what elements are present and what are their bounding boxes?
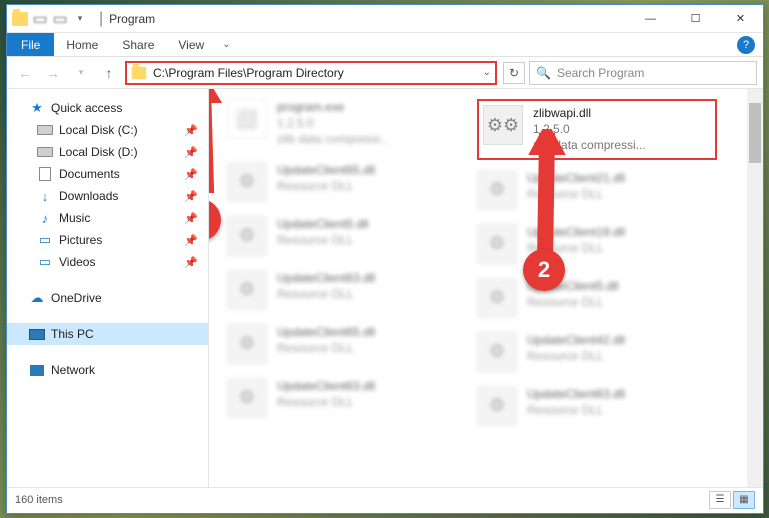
- file-item[interactable]: ⚙UpdateClient19.dllResource DLL: [477, 224, 717, 264]
- sidebar-quick-access[interactable]: ★Quick access: [7, 97, 208, 119]
- sidebar-item-documents[interactable]: Documents📌: [7, 163, 208, 185]
- drive-icon: [37, 122, 53, 138]
- titlebar: ▭ ▭ ▾ | Program — ☐ ✕: [7, 5, 763, 33]
- downloads-icon: ↓: [37, 188, 53, 204]
- pin-icon: 📌: [184, 146, 198, 159]
- scrollbar[interactable]: [747, 89, 763, 487]
- documents-icon: [37, 166, 53, 182]
- callout-arrow-2: [515, 129, 575, 269]
- view-details-button[interactable]: ☰: [709, 491, 731, 509]
- file-item[interactable]: ⚙UpdateClient5.dllResource DLL: [477, 278, 717, 318]
- dll-icon: ⚙: [477, 170, 517, 210]
- dll-icon: ⚙: [477, 278, 517, 318]
- item-count: 160 items: [15, 494, 63, 506]
- callout-arrow-1: [209, 89, 249, 209]
- minimize-button[interactable]: —: [628, 5, 673, 33]
- music-icon: ♪: [37, 210, 53, 226]
- sidebar-item-videos[interactable]: ▭Videos📌: [7, 251, 208, 273]
- dll-icon: ⚙: [227, 378, 267, 418]
- file-item[interactable]: ⬜ program.exe1.2.5.0zlib data compressi.…: [227, 99, 467, 148]
- app-folder-icon: [11, 10, 29, 28]
- nav-back-button[interactable]: ←: [13, 61, 37, 85]
- explorer-window: ▭ ▭ ▾ | Program — ☐ ✕ File Home Share Vi…: [6, 4, 764, 514]
- search-placeholder: Search Program: [557, 66, 644, 80]
- videos-icon: ▭: [37, 254, 53, 270]
- pc-icon: [29, 326, 45, 342]
- file-item[interactable]: ⚙UpdateClient42.dllResource DLL: [477, 332, 717, 372]
- sidebar-this-pc[interactable]: This PC: [7, 323, 208, 345]
- address-folder-icon: [131, 66, 147, 80]
- qat-newfolder-icon[interactable]: ▭: [51, 10, 69, 28]
- search-input[interactable]: 🔍 Search Program: [529, 61, 757, 85]
- refresh-button[interactable]: ↻: [503, 62, 525, 84]
- sidebar-item-local-c[interactable]: Local Disk (C:)📌: [7, 119, 208, 141]
- nav-up-button[interactable]: ↑: [97, 61, 121, 85]
- ribbon: File Home Share View ⌄ ?: [7, 33, 763, 57]
- file-item[interactable]: ⚙UpdateClient21.dllResource DLL: [477, 170, 717, 210]
- network-icon: [29, 362, 45, 378]
- cloud-icon: ☁: [29, 290, 45, 306]
- file-item-zlibwapi[interactable]: ⚙⚙ zlibwapi.dll1.2.5.0zlib data compress…: [477, 99, 717, 160]
- pictures-icon: ▭: [37, 232, 53, 248]
- dll-icon: ⚙: [477, 224, 517, 264]
- nav-forward-button[interactable]: →: [41, 61, 65, 85]
- ribbon-expand-icon[interactable]: ⌄: [216, 39, 236, 50]
- dll-icon: ⚙: [477, 332, 517, 372]
- file-item[interactable]: ⚙UpdateClient63.dllResource DLL: [227, 270, 467, 310]
- address-path: C:\Program Files\Program Directory: [153, 66, 477, 80]
- callout-badge-2: 2: [523, 249, 565, 291]
- sidebar-item-downloads[interactable]: ↓Downloads📌: [7, 185, 208, 207]
- title-separator: |: [99, 10, 103, 28]
- dll-icon: ⚙: [227, 216, 267, 256]
- statusbar: 160 items ☰ ▦: [7, 487, 763, 511]
- file-item[interactable]: ⚙UpdateClient65.dllResource DLL: [227, 324, 467, 364]
- sidebar-onedrive[interactable]: ☁OneDrive: [7, 287, 208, 309]
- pin-icon: 📌: [184, 256, 198, 269]
- dll-icon: ⚙: [227, 270, 267, 310]
- pin-icon: 📌: [184, 190, 198, 203]
- navbar: ← → ▾ ↑ C:\Program Files\Program Directo…: [7, 57, 763, 89]
- search-icon: 🔍: [536, 66, 551, 80]
- dll-icon: ⚙: [477, 386, 517, 426]
- file-item[interactable]: ⚙UpdateClient63.dllResource DLL: [227, 378, 467, 418]
- sidebar-network[interactable]: Network: [7, 359, 208, 381]
- pin-icon: 📌: [184, 234, 198, 247]
- drive-icon: [37, 144, 53, 160]
- file-item[interactable]: ⚙UpdateClient63.dllResource DLL: [477, 386, 717, 426]
- qat-customize-icon[interactable]: ▾: [71, 10, 89, 28]
- sidebar-item-local-d[interactable]: Local Disk (D:)📌: [7, 141, 208, 163]
- file-item[interactable]: ⚙UpdateClient5.dllResource DLL: [227, 216, 467, 256]
- view-icons-button[interactable]: ▦: [733, 491, 755, 509]
- qat-properties-icon[interactable]: ▭: [31, 10, 49, 28]
- sidebar-item-music[interactable]: ♪Music📌: [7, 207, 208, 229]
- tab-file[interactable]: File: [7, 33, 54, 56]
- sidebar-item-pictures[interactable]: ▭Pictures📌: [7, 229, 208, 251]
- help-icon[interactable]: ?: [737, 36, 755, 54]
- pin-icon: 📌: [184, 212, 198, 225]
- maximize-button[interactable]: ☐: [673, 5, 718, 33]
- sidebar: ★Quick access Local Disk (C:)📌 Local Dis…: [7, 89, 209, 487]
- content-area: ★Quick access Local Disk (C:)📌 Local Dis…: [7, 89, 763, 487]
- file-item[interactable]: ⚙UpdateClient65.dllResource DLL: [227, 162, 467, 202]
- scroll-thumb[interactable]: [749, 103, 761, 163]
- star-icon: ★: [29, 100, 45, 116]
- window-title: Program: [109, 12, 155, 26]
- dll-icon: ⚙: [227, 324, 267, 364]
- file-list[interactable]: ⬜ program.exe1.2.5.0zlib data compressi.…: [209, 89, 763, 487]
- address-bar[interactable]: C:\Program Files\Program Directory ⌄: [125, 61, 497, 85]
- close-button[interactable]: ✕: [718, 5, 763, 33]
- tab-view[interactable]: View: [166, 34, 216, 56]
- pin-icon: 📌: [184, 124, 198, 137]
- pin-icon: 📌: [184, 168, 198, 181]
- tab-share[interactable]: Share: [110, 34, 166, 56]
- address-dropdown-icon[interactable]: ⌄: [483, 67, 491, 78]
- tab-home[interactable]: Home: [54, 34, 110, 56]
- nav-recent-icon[interactable]: ▾: [69, 61, 93, 85]
